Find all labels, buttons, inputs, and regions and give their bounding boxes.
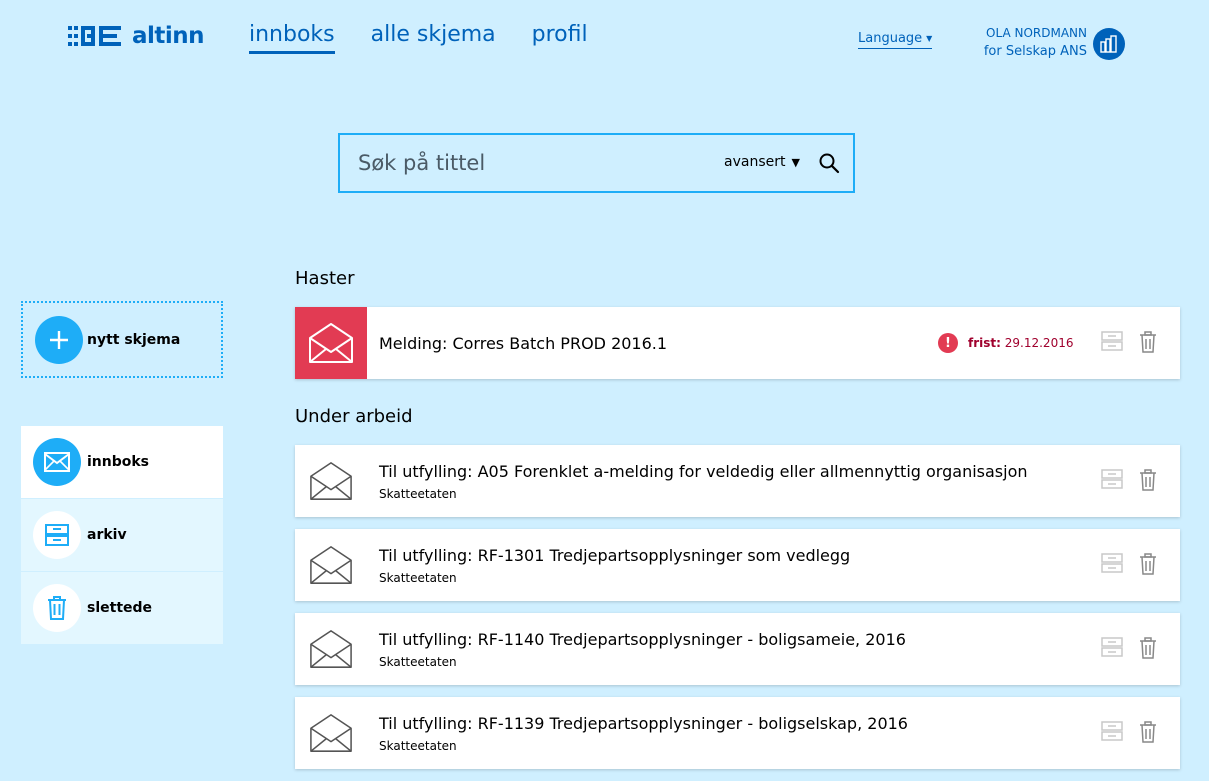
urgent-section-title: Haster	[295, 268, 355, 289]
message-actions	[1101, 469, 1157, 491]
plus-circle	[35, 315, 83, 364]
message-title: Til utfylling: A05 Forenklet a-melding f…	[379, 461, 1028, 481]
sidebar-nav: innboks arkiv slettede	[21, 426, 223, 645]
search-input[interactable]	[358, 151, 698, 175]
envelope-icon	[44, 452, 70, 472]
sidebar-item-label: slettede	[87, 600, 153, 616]
message-row[interactable]: Til utfylling: RF-1139 Tredjepartsopplys…	[295, 697, 1180, 769]
deadline-label: frist:	[968, 336, 1001, 350]
sidebar-item-innboks[interactable]: innboks	[21, 426, 223, 499]
message-actions	[1101, 637, 1157, 659]
archive-icon[interactable]	[1101, 553, 1123, 573]
user-org: for Selskap ANS	[983, 44, 1087, 59]
user-name: OLA NORDMANN	[986, 26, 1087, 40]
search-box: avansert ▼	[338, 133, 855, 193]
archive-icon[interactable]	[1101, 331, 1123, 351]
altinn-logo-icon	[68, 26, 121, 46]
open-envelope-icon	[310, 546, 352, 584]
in-progress-section-title: Under arbeid	[295, 406, 413, 427]
archive-icon[interactable]	[1101, 721, 1123, 741]
user-info[interactable]: OLA NORDMANN for Selskap ANS	[962, 24, 1087, 62]
archive-circle	[33, 511, 81, 559]
sidebar-item-label: innboks	[87, 454, 150, 470]
message-actions	[1101, 553, 1157, 575]
trash-icon	[48, 596, 66, 620]
advanced-search-toggle[interactable]: avansert ▼	[724, 154, 800, 170]
plus-icon	[50, 330, 68, 349]
advanced-search-label: avansert	[724, 154, 786, 170]
envelope-box	[295, 445, 367, 517]
message-row[interactable]: Til utfylling: A05 Forenklet a-melding f…	[295, 445, 1180, 517]
building-icon	[1100, 35, 1117, 53]
message-sender: Skatteetaten	[379, 654, 457, 669]
message-sender: Skatteetaten	[379, 486, 457, 501]
envelope-box	[295, 529, 367, 601]
deadline-date: 29.12.2016	[1004, 336, 1074, 350]
message-actions	[1101, 721, 1157, 743]
organization-avatar[interactable]	[1093, 28, 1125, 60]
message-row[interactable]: Til utfylling: RF-1140 Tredjepartsopplys…	[295, 613, 1180, 685]
language-selector[interactable]: Language ▼	[858, 31, 933, 49]
trash-icon[interactable]	[1139, 637, 1157, 659]
trash-circle	[33, 584, 81, 632]
message-title: Til utfylling: RF-1139 Tredjepartsopplys…	[379, 713, 908, 733]
message-row[interactable]: Til utfylling: RF-1301 Tredjepartsopplys…	[295, 529, 1180, 601]
envelope-circle	[33, 438, 81, 486]
search-icon[interactable]	[818, 152, 840, 174]
envelope-box	[295, 613, 367, 685]
open-envelope-icon	[310, 630, 352, 668]
archive-icon	[45, 524, 69, 546]
trash-icon[interactable]	[1139, 331, 1157, 353]
sidebar-item-arkiv[interactable]: arkiv	[21, 499, 223, 572]
sidebar-item-slettede[interactable]: slettede	[21, 572, 223, 645]
language-label: Language	[858, 31, 923, 46]
envelope-box	[295, 697, 367, 769]
open-envelope-icon	[310, 714, 352, 752]
sidebar-item-label: arkiv	[87, 527, 127, 543]
altinn-logo[interactable]: altinn	[68, 23, 205, 49]
message-title: Melding: Corres Batch PROD 2016.1	[379, 333, 668, 353]
nav-alle-skjema[interactable]: alle skjema	[371, 22, 496, 54]
trash-icon[interactable]	[1139, 553, 1157, 575]
trash-icon[interactable]	[1139, 721, 1157, 743]
urgent-message-row[interactable]: Melding: Corres Batch PROD 2016.1 ! fris…	[295, 307, 1180, 379]
deadline: ! frist: 29.12.2016	[938, 333, 1073, 353]
archive-icon[interactable]	[1101, 637, 1123, 657]
new-form-label: nytt skjema	[87, 331, 181, 348]
open-envelope-icon	[310, 462, 352, 500]
message-title: Til utfylling: RF-1140 Tredjepartsopplys…	[379, 629, 906, 649]
message-actions	[1101, 331, 1157, 353]
message-sender: Skatteetaten	[379, 570, 457, 585]
message-title: Til utfylling: RF-1301 Tredjepartsopplys…	[379, 545, 851, 565]
triangle-down-icon: ▼	[791, 155, 800, 169]
nav-profil[interactable]: profil	[532, 22, 588, 54]
archive-icon[interactable]	[1101, 469, 1123, 489]
nav-innboks[interactable]: innboks	[249, 22, 335, 54]
open-envelope-icon	[309, 323, 353, 363]
logo-text: altinn	[132, 23, 205, 49]
new-form-button[interactable]: nytt skjema	[21, 301, 223, 378]
urgent-envelope-box	[295, 307, 367, 379]
exclamation-icon: !	[938, 333, 958, 353]
trash-icon[interactable]	[1139, 469, 1157, 491]
message-sender: Skatteetaten	[379, 738, 457, 753]
main-nav: innboks alle skjema profil	[249, 22, 624, 54]
caret-down-icon: ▼	[926, 34, 933, 43]
